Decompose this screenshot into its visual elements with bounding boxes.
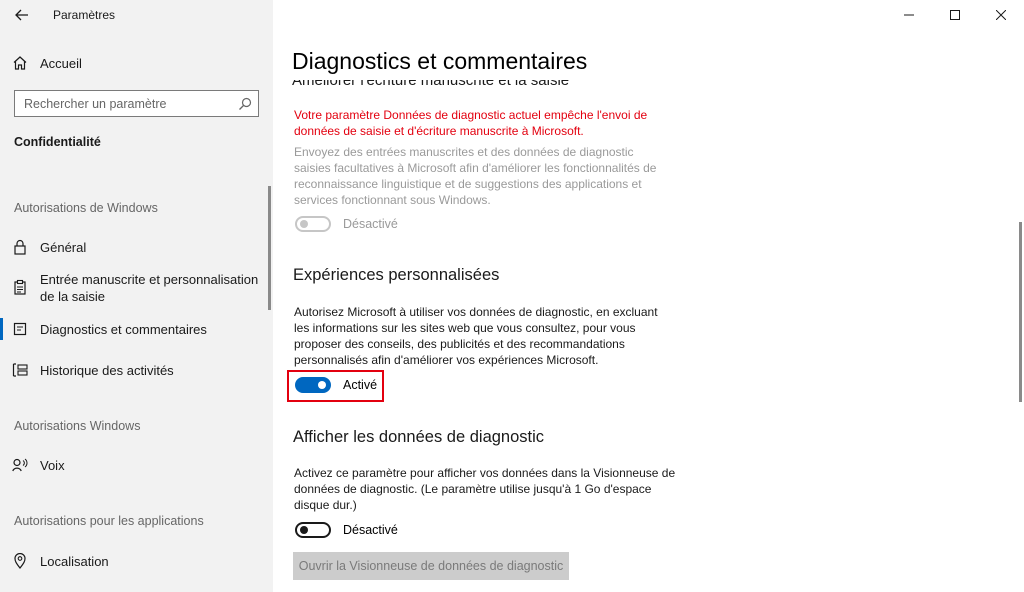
search-input[interactable]: Rechercher un paramètre <box>14 90 259 117</box>
speech-icon <box>0 458 40 472</box>
titlebar-left: Paramètres <box>0 0 273 30</box>
timeline-icon <box>0 363 40 377</box>
app-title: Paramètres <box>53 8 116 22</box>
inking-toggle[interactable] <box>295 216 331 232</box>
viewer-description: Activez ce paramètre pour afficher vos d… <box>294 466 676 512</box>
maximize-button[interactable] <box>932 0 978 30</box>
inking-description: Envoyez des entrées manuscrites et des d… <box>294 145 657 207</box>
search-placeholder: Rechercher un paramètre <box>24 96 167 111</box>
group-header-windows-permissions: Autorisations de Windows <box>14 201 158 215</box>
home-icon <box>0 55 40 71</box>
main-content: Améliorer l'écriture manuscrite et la sa… <box>273 0 1024 592</box>
sidebar-scrollbar[interactable] <box>268 186 271 310</box>
viewer-toggle-row: Désactivé <box>295 522 398 538</box>
search-icon[interactable] <box>238 97 252 111</box>
sidebar-item-activity[interactable]: Historique des activités <box>0 360 273 380</box>
inking-toggle-row: Désactivé <box>295 216 398 232</box>
location-pin-icon <box>0 553 40 569</box>
minimize-icon <box>904 14 914 16</box>
tailored-description: Autorisez Microsoft à utiliser vos donné… <box>294 305 658 367</box>
open-diagnostic-viewer-button[interactable]: Ouvrir la Visionneuse de données de diag… <box>293 552 569 580</box>
viewer-heading: Afficher les données de diagnostic <box>293 428 545 446</box>
home-label: Accueil <box>40 55 82 71</box>
sidebar-item-label: Entrée manuscrite et personnalisation de… <box>40 272 259 304</box>
inking-toggle-label: Désactivé <box>343 217 398 231</box>
sidebar-item-voice[interactable]: Voix <box>0 455 273 475</box>
tailored-heading: Expériences personnalisées <box>293 266 500 284</box>
sidebar-item-location[interactable]: Localisation <box>0 551 273 571</box>
window-controls <box>886 0 1024 30</box>
clipboard-icon <box>0 271 40 295</box>
group-header-app-permissions: Autorisations pour les applications <box>14 514 204 528</box>
sidebar-item-inking[interactable]: Entrée manuscrite et personnalisation de… <box>0 271 273 307</box>
sidebar: Paramètres Accueil Rechercher un paramèt… <box>0 0 273 592</box>
viewer-toggle-label: Désactivé <box>343 523 398 537</box>
arrow-left-icon <box>15 9 28 21</box>
warning-message: Votre paramètre Données de diagnostic ac… <box>294 108 648 138</box>
back-button[interactable] <box>0 0 44 30</box>
minimize-button[interactable] <box>886 0 932 30</box>
lock-icon <box>0 239 40 255</box>
sidebar-item-label: Voix <box>40 457 65 473</box>
main-scrollbar[interactable] <box>1019 222 1022 402</box>
sidebar-item-label: Diagnostics et commentaires <box>40 321 207 337</box>
close-button[interactable] <box>978 0 1024 30</box>
home-nav-item[interactable]: Accueil <box>0 48 273 78</box>
page-title: Diagnostics et commentaires <box>292 48 598 75</box>
highlight-annotation <box>287 370 384 402</box>
sidebar-item-label: Localisation <box>40 553 109 569</box>
sidebar-item-label: Historique des activités <box>40 362 174 378</box>
sidebar-item-general[interactable]: Général <box>0 237 273 257</box>
sidebar-item-label: Général <box>40 239 87 255</box>
viewer-toggle[interactable] <box>295 522 331 538</box>
section-title: Confidentialité <box>14 135 101 149</box>
group-header-windows-permissions-2: Autorisations Windows <box>14 419 141 433</box>
close-icon <box>996 10 1006 20</box>
maximize-icon <box>950 10 960 20</box>
feedback-icon <box>0 321 40 337</box>
sidebar-item-diagnostics[interactable]: Diagnostics et commentaires <box>0 319 273 339</box>
